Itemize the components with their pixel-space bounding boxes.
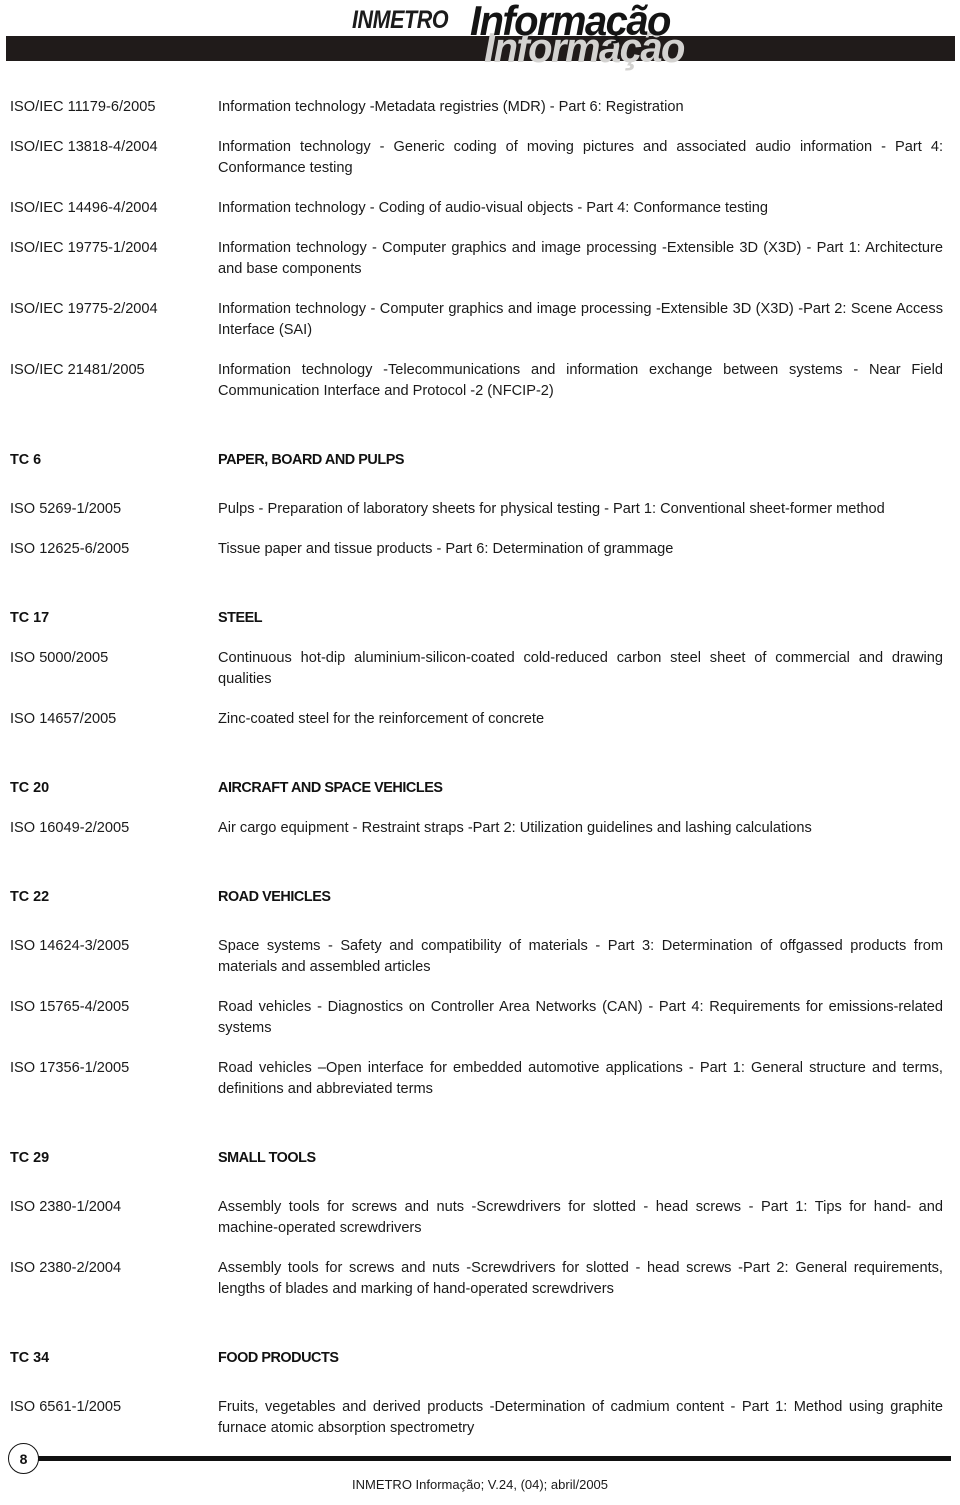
standard-code: ISO 17356-1/2005	[10, 1060, 130, 1076]
standard-title: Information technology -Metadata registr…	[218, 99, 684, 115]
standard-title: Continuous hot-dip aluminium-silicon-coa…	[218, 650, 943, 687]
masthead: Informação INMETRO Informação	[0, 0, 960, 78]
standard-code: ISO 2380-2/2004	[10, 1260, 122, 1276]
list-item: ISO 5269-1/2005 Pulps - Preparation of l…	[0, 499, 960, 520]
standard-title: Road vehicles - Diagnostics on Controlle…	[218, 999, 943, 1036]
footer-divider	[34, 1456, 951, 1461]
standard-title: Road vehicles –Open interface for embedd…	[218, 1060, 943, 1097]
section-code: TC 22	[10, 889, 50, 905]
standard-code: ISO/IEC 19775-1/2004	[10, 240, 158, 256]
section-code: TC 29	[10, 1150, 50, 1166]
list-item: ISO/IEC 19775-1/2004 Information technol…	[0, 238, 960, 280]
list-item: ISO/IEC 11179-6/2005 Information technol…	[0, 97, 960, 118]
section-header-tc-6: TC 6 PAPER, BOARD AND PULPS	[0, 450, 960, 471]
list-item: ISO/IEC 13818-4/2004 Information technol…	[0, 137, 960, 179]
list-item: ISO 2380-2/2004 Assembly tools for screw…	[0, 1258, 960, 1300]
standard-title: Information technology - Computer graphi…	[218, 240, 943, 277]
standard-code: ISO 12625-6/2005	[10, 541, 130, 557]
standard-code: ISO 14657/2005	[10, 711, 117, 727]
section-name: STEEL	[218, 610, 263, 626]
standard-title: Assembly tools for screws and nuts -Scre…	[218, 1199, 943, 1236]
list-item: ISO 5000/2005 Continuous hot-dip alumini…	[0, 648, 960, 690]
section-name: SMALL TOOLS	[218, 1150, 316, 1166]
standard-code: ISO/IEC 11179-6/2005	[10, 99, 156, 115]
section-header-tc-20: TC 20 AIRCRAFT AND SPACE VEHICLES	[0, 778, 960, 799]
standard-title: Air cargo equipment - Restraint straps -…	[218, 820, 812, 836]
standard-title: Information technology -Telecommunicatio…	[218, 362, 943, 399]
section-name: AIRCRAFT AND SPACE VEHICLES	[218, 780, 443, 796]
standard-title: Assembly tools for screws and nuts -Scre…	[218, 1260, 943, 1297]
list-item: ISO 2380-1/2004 Assembly tools for screw…	[0, 1197, 960, 1239]
standard-code: ISO 5000/2005	[10, 650, 109, 666]
list-item: ISO 12625-6/2005 Tissue paper and tissue…	[0, 539, 960, 560]
masthead-brand: INMETRO	[352, 6, 449, 34]
standard-code: ISO/IEC 14496-4/2004	[10, 200, 158, 216]
standard-code: ISO 14624-3/2005	[10, 938, 130, 954]
standard-code: ISO/IEC 19775-2/2004	[10, 301, 158, 317]
page-number-badge: 8	[8, 1443, 39, 1474]
section-name: PAPER, BOARD AND PULPS	[218, 452, 404, 468]
section-header-tc-29: TC 29 SMALL TOOLS	[0, 1148, 960, 1169]
standard-code: ISO 5269-1/2005	[10, 501, 122, 517]
list-item: ISO 14624-3/2005 Space systems - Safety …	[0, 936, 960, 978]
standard-title: Tissue paper and tissue products - Part …	[218, 541, 674, 557]
standards-list: ISO/IEC 11179-6/2005 Information technol…	[0, 78, 960, 1439]
footer-caption: INMETRO Informação; V.24, (04); abril/20…	[351, 1477, 609, 1492]
standard-code: ISO 16049-2/2005	[10, 820, 130, 836]
list-item: ISO/IEC 19775-2/2004 Information technol…	[0, 299, 960, 341]
section-code: TC 17	[10, 610, 50, 626]
masthead-logo: Informação INMETRO Informação	[0, 0, 960, 78]
section-name: FOOD PRODUCTS	[218, 1350, 339, 1366]
standard-title: Space systems - Safety and compatibility…	[218, 938, 943, 975]
list-item: ISO 16049-2/2005 Air cargo equipment - R…	[0, 818, 960, 839]
section-code: TC 34	[10, 1350, 50, 1366]
standard-code: ISO/IEC 13818-4/2004	[10, 139, 158, 155]
list-item: ISO 17356-1/2005 Road vehicles –Open int…	[0, 1058, 960, 1100]
standard-title: Information technology - Coding of audio…	[218, 200, 768, 216]
standard-code: ISO/IEC 21481/2005	[10, 362, 145, 378]
standard-title: Information technology - Computer graphi…	[218, 301, 943, 338]
standard-code: ISO 6561-1/2005	[10, 1399, 122, 1415]
standard-title: Pulps - Preparation of laboratory sheets…	[218, 501, 885, 517]
list-item: ISO 14657/2005 Zinc-coated steel for the…	[0, 709, 960, 730]
section-code: TC 20	[10, 780, 50, 796]
standard-code: ISO 15765-4/2005	[10, 999, 130, 1015]
masthead-title: Informação	[470, 0, 671, 44]
section-header-tc-34: TC 34 FOOD PRODUCTS	[0, 1348, 960, 1369]
standard-title: Information technology - Generic coding …	[218, 139, 943, 176]
list-item: ISO 15765-4/2005 Road vehicles - Diagnos…	[0, 997, 960, 1039]
list-item: ISO/IEC 14496-4/2004 Information technol…	[0, 198, 960, 219]
standard-title: Zinc-coated steel for the reinforcement …	[218, 711, 545, 727]
section-name: ROAD VEHICLES	[218, 889, 331, 905]
section-header-tc-17: TC 17 STEEL	[0, 608, 960, 629]
section-code: TC 6	[10, 452, 42, 468]
standard-code: ISO 2380-1/2004	[10, 1199, 122, 1215]
section-header-tc-22: TC 22 ROAD VEHICLES	[0, 887, 960, 908]
list-item: ISO/IEC 21481/2005 Information technolog…	[0, 360, 960, 402]
page-footer: 8 INMETRO Informação; V.24, (04); abril/…	[0, 1433, 960, 1505]
